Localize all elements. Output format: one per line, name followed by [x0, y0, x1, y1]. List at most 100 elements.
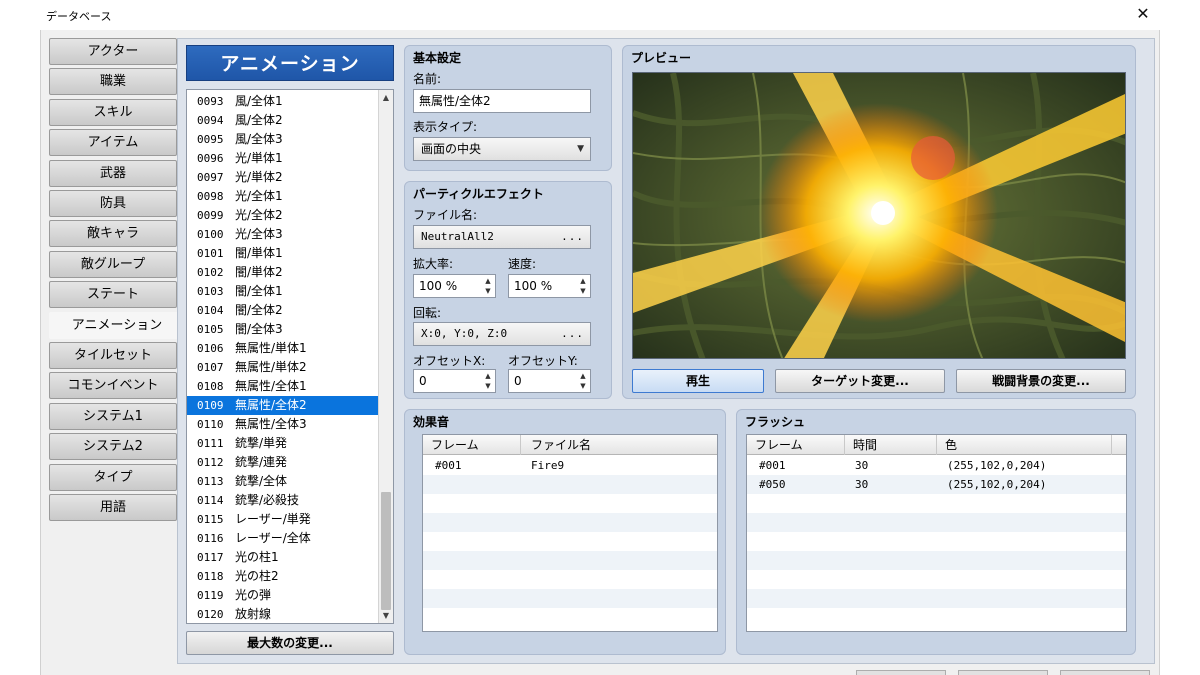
- category-button[interactable]: 職業: [49, 68, 177, 96]
- title-bar: データベース ✕: [40, 0, 1160, 30]
- sound-col-file[interactable]: ファイル名: [521, 435, 717, 455]
- list-item[interactable]: 0108 無属性/全体1: [187, 377, 380, 396]
- category-button[interactable]: 武器: [49, 159, 177, 187]
- file-name-picker[interactable]: NeutralAll2 ...: [413, 225, 591, 249]
- list-item[interactable]: 0106 無属性/単体1: [187, 339, 380, 358]
- offset-x-spinner[interactable]: 0 ▲ ▼: [413, 369, 496, 393]
- category-button[interactable]: コモンイベント: [49, 372, 177, 400]
- close-icon[interactable]: ✕: [1132, 3, 1154, 25]
- preview-title: プレビュー: [631, 51, 692, 65]
- change-background-button[interactable]: 戦闘背景の変更...: [956, 369, 1126, 393]
- list-item[interactable]: 0103 闇/全体1: [187, 282, 380, 301]
- table-row[interactable]: [747, 532, 1126, 551]
- flash-table[interactable]: フレーム 時間 色 #001 30 (255,102,0,204) #050 30 (25…: [746, 434, 1127, 632]
- table-row[interactable]: [747, 570, 1126, 589]
- animation-list[interactable]: 0093 風/全体1 0094 風/全体2 0095 風/全体3 0096 光/単体1 0097…: [186, 89, 394, 624]
- flash-col-frame[interactable]: フレーム: [747, 435, 845, 455]
- list-item[interactable]: 0093 風/全体1: [187, 92, 380, 111]
- category-button[interactable]: スキル: [49, 98, 177, 126]
- category-button[interactable]: 敵グループ: [49, 250, 177, 278]
- category-button[interactable]: システム2: [49, 433, 177, 461]
- list-item[interactable]: 0097 光/単体2: [187, 168, 380, 187]
- scale-spinner[interactable]: 100 % ▲ ▼: [413, 274, 496, 298]
- chevron-down-icon: ▼: [577, 144, 584, 154]
- list-item[interactable]: 0102 闇/単体2: [187, 263, 380, 282]
- spinner-arrows-icon[interactable]: ▲ ▼: [578, 276, 588, 296]
- scroll-thumb[interactable]: [381, 492, 391, 610]
- table-row[interactable]: [747, 589, 1126, 608]
- name-input[interactable]: 無属性/全体2: [413, 89, 591, 113]
- list-item[interactable]: 0095 風/全体3: [187, 130, 380, 149]
- table-row[interactable]: [423, 513, 717, 532]
- spinner-arrows-icon[interactable]: ▲ ▼: [578, 371, 588, 391]
- list-item[interactable]: 0110 無属性/全体3: [187, 415, 380, 434]
- table-row[interactable]: [423, 551, 717, 570]
- table-row[interactable]: #050 30 (255,102,0,204): [747, 475, 1126, 494]
- list-item[interactable]: 0096 光/単体1: [187, 149, 380, 168]
- table-row[interactable]: [423, 589, 717, 608]
- cancel-button[interactable]: [958, 670, 1048, 675]
- list-item[interactable]: 0105 闇/全体3: [187, 320, 380, 339]
- list-item[interactable]: 0109 無属性/全体2: [187, 396, 380, 415]
- display-type-select[interactable]: 画面の中央 ▼: [413, 137, 591, 161]
- change-max-button[interactable]: 最大数の変更...: [186, 631, 394, 655]
- list-item[interactable]: 0104 闇/全体2: [187, 301, 380, 320]
- category-button[interactable]: ステート: [49, 281, 177, 309]
- sound-effect-table[interactable]: フレーム ファイル名 #001 Fire9: [422, 434, 718, 632]
- change-target-button[interactable]: ターゲット変更...: [775, 369, 945, 393]
- spinner-arrows-icon[interactable]: ▲ ▼: [483, 276, 493, 296]
- ellipsis-icon: ...: [561, 327, 584, 340]
- list-scrollbar[interactable]: ▲ ▼: [378, 90, 393, 623]
- list-item[interactable]: 0113 銃撃/全体: [187, 472, 380, 491]
- list-item[interactable]: 0100 光/全体3: [187, 225, 380, 244]
- scroll-up-icon[interactable]: ▲: [380, 91, 392, 104]
- list-item[interactable]: 0120 放射線: [187, 605, 380, 623]
- list-item[interactable]: 0115 レーザー/単発: [187, 510, 380, 529]
- rotation-picker[interactable]: X:0, Y:0, Z:0 ...: [413, 322, 591, 346]
- play-button[interactable]: 再生: [632, 369, 764, 393]
- table-row[interactable]: [423, 532, 717, 551]
- scroll-down-icon[interactable]: ▼: [380, 609, 392, 622]
- category-button[interactable]: アニメーション: [49, 311, 185, 339]
- list-item[interactable]: 0111 銃撃/単発: [187, 434, 380, 453]
- category-button[interactable]: タイルセット: [49, 342, 177, 369]
- offset-y-spinner[interactable]: 0 ▲ ▼: [508, 369, 591, 393]
- list-item[interactable]: 0098 光/全体1: [187, 187, 380, 206]
- table-row[interactable]: [423, 475, 717, 494]
- list-item[interactable]: 0119 光の弾: [187, 586, 380, 605]
- category-button[interactable]: 防具: [49, 190, 177, 217]
- list-item[interactable]: 0117 光の柱1: [187, 548, 380, 567]
- table-row[interactable]: [747, 513, 1126, 532]
- list-item[interactable]: 0118 光の柱2: [187, 567, 380, 586]
- sound-col-frame[interactable]: フレーム: [423, 435, 521, 455]
- table-row[interactable]: [423, 494, 717, 513]
- table-row[interactable]: [423, 608, 717, 627]
- table-row[interactable]: #001 30 (255,102,0,204): [747, 456, 1126, 475]
- list-item[interactable]: 0107 無属性/単体2: [187, 358, 380, 377]
- category-button[interactable]: 敵キャラ: [49, 220, 177, 248]
- spinner-arrows-icon[interactable]: ▲ ▼: [483, 371, 493, 391]
- apply-button[interactable]: [1060, 670, 1150, 675]
- flash-col-color[interactable]: 色: [937, 435, 1112, 455]
- list-item[interactable]: 0094 風/全体2: [187, 111, 380, 130]
- preview-canvas[interactable]: [632, 72, 1126, 359]
- table-row[interactable]: #001 Fire9: [423, 456, 717, 475]
- list-item[interactable]: 0116 レーザー/全体: [187, 529, 380, 548]
- offset-y-label: オフセットY:: [508, 354, 578, 368]
- category-button[interactable]: アクター: [49, 38, 177, 65]
- list-item[interactable]: 0101 闇/単体1: [187, 244, 380, 263]
- table-row[interactable]: [747, 494, 1126, 513]
- speed-spinner[interactable]: 100 % ▲ ▼: [508, 274, 591, 298]
- table-row[interactable]: [423, 570, 717, 589]
- category-button[interactable]: 用語: [49, 494, 177, 521]
- table-row[interactable]: [747, 608, 1126, 627]
- category-button[interactable]: システム1: [49, 402, 177, 430]
- list-item[interactable]: 0112 銃撃/連発: [187, 453, 380, 472]
- list-item[interactable]: 0114 銃撃/必殺技: [187, 491, 380, 510]
- category-button[interactable]: アイテム: [49, 129, 177, 157]
- list-item[interactable]: 0099 光/全体2: [187, 206, 380, 225]
- table-row[interactable]: [747, 551, 1126, 570]
- ok-button[interactable]: [856, 670, 946, 675]
- category-button[interactable]: タイプ: [49, 463, 177, 491]
- flash-col-duration[interactable]: 時間: [845, 435, 937, 455]
